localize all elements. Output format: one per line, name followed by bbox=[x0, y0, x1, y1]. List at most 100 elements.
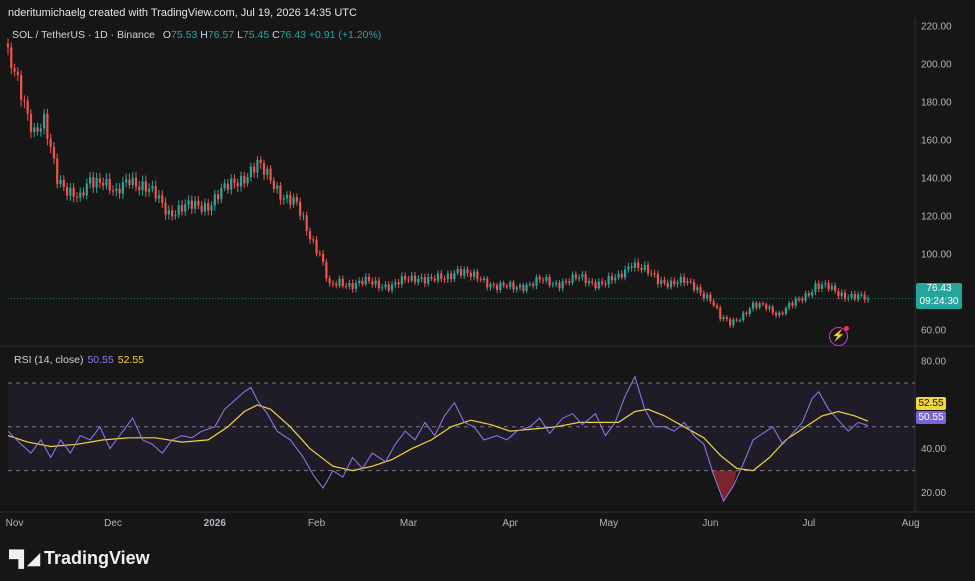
candle-body[interactable] bbox=[591, 281, 594, 283]
candle-body[interactable] bbox=[177, 205, 180, 216]
candle-body[interactable] bbox=[801, 298, 804, 301]
candle-body[interactable] bbox=[354, 282, 358, 290]
candle-body[interactable] bbox=[256, 159, 259, 173]
candle-body[interactable] bbox=[43, 113, 46, 129]
candle-body[interactable] bbox=[187, 200, 190, 205]
candle-body[interactable] bbox=[771, 306, 774, 313]
candle-body[interactable] bbox=[16, 71, 19, 75]
candle-body[interactable] bbox=[788, 302, 791, 308]
candle-body[interactable] bbox=[548, 276, 551, 286]
candle-body[interactable] bbox=[866, 298, 870, 300]
tradingview-logo[interactable]: ▀▌◢ TradingView bbox=[9, 548, 150, 569]
candle-body[interactable] bbox=[830, 285, 833, 290]
candle-body[interactable] bbox=[417, 278, 420, 283]
lightning-icon[interactable]: ⚡ bbox=[829, 326, 849, 346]
candle-body[interactable] bbox=[328, 278, 331, 284]
candle-body[interactable] bbox=[502, 282, 505, 286]
candle-body[interactable] bbox=[364, 276, 367, 285]
candle-body[interactable] bbox=[617, 273, 620, 278]
candle-body[interactable] bbox=[171, 210, 174, 217]
candle-body[interactable] bbox=[505, 285, 509, 287]
candle-body[interactable] bbox=[302, 215, 305, 217]
candle-body[interactable] bbox=[768, 306, 771, 309]
candle-body[interactable] bbox=[6, 43, 10, 48]
candle-body[interactable] bbox=[400, 276, 403, 285]
candle-body[interactable] bbox=[239, 175, 243, 187]
candle-body[interactable] bbox=[472, 271, 476, 277]
candle-body[interactable] bbox=[791, 302, 794, 306]
candle-body[interactable] bbox=[118, 188, 121, 194]
candle-body[interactable] bbox=[525, 284, 528, 291]
candle-body[interactable] bbox=[128, 179, 131, 185]
candle-body[interactable] bbox=[541, 279, 545, 281]
candle-body[interactable] bbox=[732, 319, 735, 326]
candle-body[interactable] bbox=[197, 200, 200, 206]
candle-body[interactable] bbox=[545, 276, 548, 281]
candle-body[interactable] bbox=[578, 277, 581, 279]
candle-body[interactable] bbox=[262, 163, 266, 175]
candle-body[interactable] bbox=[318, 253, 321, 255]
candle-body[interactable] bbox=[200, 205, 203, 212]
candle-body[interactable] bbox=[230, 178, 233, 190]
candle-body[interactable] bbox=[292, 197, 295, 205]
candle-body[interactable] bbox=[528, 283, 531, 285]
candle-body[interactable] bbox=[440, 273, 443, 279]
candle-body[interactable] bbox=[427, 277, 430, 284]
candle-body[interactable] bbox=[374, 280, 377, 285]
candle-body[interactable] bbox=[466, 269, 469, 274]
candle-body[interactable] bbox=[666, 282, 669, 288]
candle-body[interactable] bbox=[459, 269, 463, 276]
candle-body[interactable] bbox=[676, 282, 679, 285]
candle-body[interactable] bbox=[604, 283, 607, 285]
candle-body[interactable] bbox=[285, 194, 289, 199]
candle-body[interactable] bbox=[220, 188, 223, 200]
candle-body[interactable] bbox=[745, 312, 748, 314]
candle-body[interactable] bbox=[367, 276, 371, 282]
candle-body[interactable] bbox=[341, 278, 344, 287]
candle-body[interactable] bbox=[637, 262, 640, 268]
candle-body[interactable] bbox=[315, 239, 318, 254]
candle-body[interactable] bbox=[39, 128, 42, 132]
candle-body[interactable] bbox=[72, 187, 75, 197]
candle-body[interactable] bbox=[125, 179, 128, 183]
candle-body[interactable] bbox=[581, 274, 584, 278]
candle-body[interactable] bbox=[486, 278, 489, 288]
candle-body[interactable] bbox=[65, 187, 69, 196]
candle-body[interactable] bbox=[59, 179, 62, 185]
candle-body[interactable] bbox=[584, 274, 587, 284]
candle-body[interactable] bbox=[430, 277, 433, 279]
candle-body[interactable] bbox=[814, 283, 817, 292]
candle-body[interactable] bbox=[518, 284, 522, 288]
candle-body[interactable] bbox=[167, 210, 170, 215]
candle-body[interactable] bbox=[223, 183, 226, 189]
candle-body[interactable] bbox=[725, 317, 728, 320]
candle-body[interactable] bbox=[272, 180, 275, 189]
candle-body[interactable] bbox=[692, 282, 696, 291]
candle-body[interactable] bbox=[564, 281, 568, 283]
candle-body[interactable] bbox=[436, 273, 440, 281]
candle-body[interactable] bbox=[742, 312, 745, 321]
candle-body[interactable] bbox=[282, 198, 285, 200]
candle-body[interactable] bbox=[56, 158, 59, 185]
candle-body[interactable] bbox=[111, 190, 115, 192]
candle-body[interactable] bbox=[633, 262, 637, 268]
candle-body[interactable] bbox=[706, 294, 709, 299]
candle-body[interactable] bbox=[259, 159, 262, 164]
candle-body[interactable] bbox=[46, 113, 49, 139]
candle-body[interactable] bbox=[450, 273, 453, 280]
candle-body[interactable] bbox=[597, 281, 600, 289]
candle-body[interactable] bbox=[820, 284, 824, 289]
candle-body[interactable] bbox=[299, 201, 302, 216]
candle-body[interactable] bbox=[587, 281, 591, 284]
candle-body[interactable] bbox=[679, 276, 682, 283]
candle-body[interactable] bbox=[781, 312, 784, 314]
candle-body[interactable] bbox=[13, 68, 16, 72]
candle-body[interactable] bbox=[623, 269, 627, 278]
candle-body[interactable] bbox=[131, 177, 134, 185]
candle-body[interactable] bbox=[673, 280, 676, 285]
candle-body[interactable] bbox=[709, 294, 712, 302]
candle-body[interactable] bbox=[761, 303, 765, 305]
candle-body[interactable] bbox=[184, 204, 187, 212]
rsi-label[interactable]: RSI (14, close) bbox=[14, 354, 83, 366]
candle-body[interactable] bbox=[82, 192, 85, 196]
